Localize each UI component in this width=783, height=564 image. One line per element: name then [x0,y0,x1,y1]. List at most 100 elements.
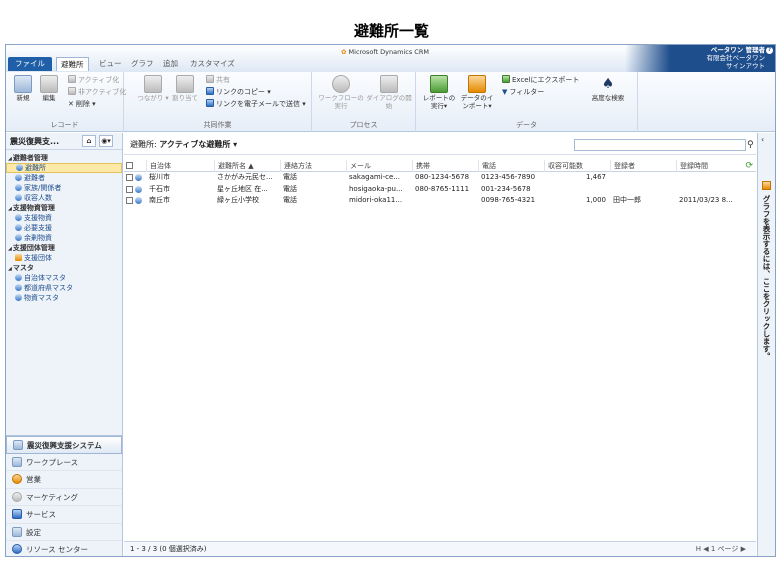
sidebar-item-label: 余剰物資 [24,234,52,242]
advanced-find-button[interactable]: ♠ 高度な検索 [586,75,630,102]
binoculars-icon: ♠ [601,76,615,92]
sidebar-item-support-orgs[interactable]: 支援団体 [6,253,122,263]
sidebar-item-relief-supplies[interactable]: 支援物資 [6,213,122,223]
cell-email[interactable]: sakagami-ce... [346,172,412,184]
activate-label: アクティブ化 [78,76,120,84]
nav-group-label: マスタ [12,264,34,272]
sidebar-item-municipality-master[interactable]: 自治体マスタ [6,273,122,283]
area-sales[interactable]: 営業 [6,471,122,489]
sidebar-item-needed-support[interactable]: 必要支援 [6,223,122,233]
area-disaster-system[interactable]: 震災復興支援システム [6,436,122,454]
cell-municipality[interactable]: 千石市 [146,184,214,196]
sidebar-item-capacity[interactable]: 収容人数 [6,193,122,203]
nav-group-supplies[interactable]: ◢支援物資管理 [6,203,122,213]
row-checkbox[interactable] [126,174,133,181]
chart-panel[interactable]: ‹ グラフを表示するには、ここをクリックします。 [757,133,775,556]
search-input[interactable] [574,139,746,151]
filter-icon: ▼ [502,88,508,96]
column-capacity[interactable]: 収容可能数 [544,160,610,172]
edit-button[interactable]: 編集 [32,75,66,102]
sales-icon [12,474,22,484]
workflow-icon [332,75,350,93]
column-registered-time[interactable]: 登録時間 [676,160,742,172]
delete-button[interactable]: ✕ 削除 ▾ [68,99,96,110]
ribbon-group-collab: つながり ▾ 割り当て 共有 リンクのコピー ▾ リンクを電子メールで送信 ▾ … [124,72,312,132]
column-contact-method[interactable]: 連絡方法 [280,160,346,172]
cell-shelter-name[interactable]: 緑ヶ丘小学校 [214,195,280,207]
row-checkbox[interactable] [126,197,133,204]
tab-chart[interactable]: グラフ [127,57,158,71]
area-settings[interactable]: 設定 [6,524,122,541]
view-label: 避難所: [130,140,157,149]
deactivate-button[interactable]: 非アクティブ化 [68,87,126,98]
copy-link-button[interactable]: リンクのコピー ▾ [206,87,271,98]
search-icon[interactable]: ⚲ [747,139,757,151]
sidebar-item-evacuees[interactable]: 避難者 [6,173,122,183]
column-email[interactable]: メール [346,160,412,172]
main-content: 避難所: アクティブな避難所 ▾ ⚲ 自治体 避難所名 ▲ 連絡方法 メール 携… [124,133,757,556]
user-name[interactable]: ベータワン 管理者 [625,46,765,54]
nav-group-evacuee[interactable]: ◢避難者管理 [6,153,122,163]
cell-municipality[interactable]: 桜川市 [146,172,214,184]
table-row[interactable]: 南丘市 緑ヶ丘小学校 電話 midori-oka11... 0098-765-4… [124,195,756,207]
expand-icon: ◢ [8,206,12,212]
recent-items-icon[interactable]: ◉▾ [99,135,113,147]
column-municipality[interactable]: 自治体 [146,160,214,172]
refresh-icon[interactable]: ⟳ [745,160,753,172]
export-excel-button[interactable]: Excelにエクスポート [502,75,579,86]
chart-panel-text[interactable]: グラフを表示するには、ここをクリックします。 [761,195,772,360]
sidebar-item-prefecture-master[interactable]: 都道府県マスタ [6,283,122,293]
cell-shelter-name[interactable]: さかがみ元民セ... [214,172,280,184]
import-data-button[interactable]: データのインポート▾ [458,75,496,110]
tab-file[interactable]: ファイル [8,57,52,71]
area-marketing[interactable]: マーケティング [6,489,122,506]
signout-link[interactable]: サインアウト [625,62,765,70]
column-mobile[interactable]: 携帯 [412,160,478,172]
tab-shelter[interactable]: 避難所 [56,57,89,71]
tab-customize[interactable]: カスタマイズ [186,57,239,71]
ribbon-group-label: 共同作業 [203,121,232,129]
tab-add[interactable]: 追加 [159,57,182,71]
sidebar-item-label: 避難者 [24,174,45,182]
help-icon[interactable]: ? [766,47,773,54]
dialog-label: ダイアログの開始 [366,94,412,110]
pager[interactable]: H ◀ 1 ページ ▶ [696,542,746,556]
tab-view[interactable]: ビュー [95,57,126,71]
area-resource-center[interactable]: リソース センター [6,541,122,556]
column-shelter-name[interactable]: 避難所名 ▲ [214,160,280,172]
nav-group-orgs[interactable]: ◢支援団体管理 [6,243,122,253]
activate-button[interactable]: アクティブ化 [68,75,119,86]
connect-button[interactable]: つながり ▾ [136,75,170,102]
cell-shelter-name[interactable]: 星ヶ丘地区 在... [214,184,280,196]
cell-municipality[interactable]: 南丘市 [146,195,214,207]
cell-mobile: 080-8765-1111 [415,184,470,193]
sidebar-item-goods-master[interactable]: 物資マスタ [6,293,122,303]
table-row[interactable]: 桜川市 さかがみ元民セ... 電話 sakagami-ce... 080-123… [124,172,756,184]
home-icon[interactable]: ⌂ [82,135,96,147]
email-link-button[interactable]: リンクを電子メールで送信 ▾ [206,99,306,110]
cell-email[interactable]: hosigaoka-pu... [346,184,412,196]
sidebar-item-shelters[interactable]: 避難所 [6,163,122,173]
table-row[interactable]: 千石市 星ヶ丘地区 在... 電話 hosigaoka-pu... 080-87… [124,184,756,196]
area-workplace[interactable]: ワークプレース [6,454,122,471]
view-selector[interactable]: アクティブな避難所 ▾ [159,140,237,149]
sidebar-item-surplus[interactable]: 余剰物資 [6,233,122,243]
run-report-button[interactable]: レポートの実行▾ [422,75,456,110]
cell-email[interactable]: midori-oka11... [346,195,412,207]
area-service[interactable]: サービス [6,506,122,524]
select-all-checkbox[interactable] [126,162,133,169]
workflow-button[interactable]: ワークフローの実行 [316,75,366,110]
dialog-button[interactable]: ダイアログの開始 [366,75,412,110]
row-checkbox[interactable] [126,185,133,193]
expand-panel-icon[interactable]: ‹ [761,135,764,144]
nav-group-master[interactable]: ◢マスタ [6,263,122,273]
column-registrant[interactable]: 登録者 [610,160,676,172]
filter-button[interactable]: ▼ フィルター [502,87,544,98]
cell-phone: 0098-765-4321 [481,196,536,204]
column-phone[interactable]: 電話 [478,160,544,172]
share-button[interactable]: 共有 [206,75,230,86]
sidebar-item-family[interactable]: 家族/関係者 [6,183,122,193]
cell-capacity: 1,000 [585,196,606,204]
marketing-icon [12,491,22,502]
assign-button[interactable]: 割り当て [168,75,202,102]
